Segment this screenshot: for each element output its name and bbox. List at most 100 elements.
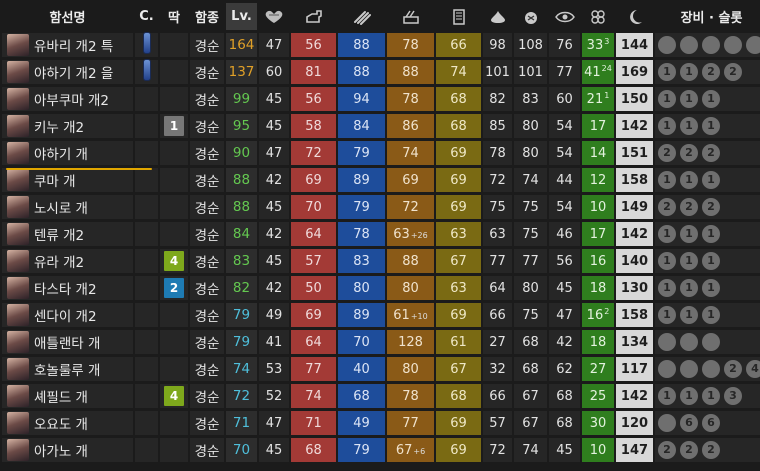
ship-name-cell[interactable]: 셰필드 개	[2, 384, 133, 408]
ship-name-cell[interactable]: 센다이 개2	[2, 303, 133, 327]
line-of-sight-icon[interactable]	[549, 3, 580, 30]
lock-cell[interactable]: 1	[160, 114, 188, 138]
equipment-slot[interactable]	[680, 36, 698, 54]
ship-row[interactable]: 야하기 개2 을 경순 137 60 81 88 88 74 101 101 77 4124 169 1 1…	[2, 60, 760, 84]
equipment-slot[interactable]: 6	[680, 414, 698, 432]
equipment-slot[interactable]: 1	[680, 63, 698, 81]
equipment-slot[interactable]: 1	[658, 117, 676, 135]
ship-row[interactable]: 텐류 개2 경순 84 42 64 78 63+26 63 63 75 46 17 142 1 1 1	[2, 222, 760, 246]
lock-cell[interactable]	[160, 60, 188, 84]
ship-name-cell[interactable]: 애틀랜타 개	[2, 330, 133, 354]
lock-cell[interactable]	[160, 411, 188, 435]
ship-name-cell[interactable]: 호놀룰루 개	[2, 357, 133, 381]
torpedo-icon[interactable]	[338, 3, 385, 30]
ship-name-cell[interactable]: 텐류 개2	[2, 222, 133, 246]
col-type-header[interactable]: 함종	[190, 3, 224, 30]
max-hp-moon-icon[interactable]	[616, 3, 653, 30]
equipment-slot[interactable]: 2	[680, 144, 698, 162]
equipment-slot[interactable]: 1	[658, 63, 676, 81]
equipment-slot[interactable]	[658, 333, 676, 351]
equipment-slot[interactable]: 1	[658, 171, 676, 189]
equipment-slot[interactable]: 1	[658, 387, 676, 405]
equipment-slot[interactable]: 6	[702, 414, 720, 432]
equipment-slot[interactable]: 1	[680, 306, 698, 324]
lock-cell[interactable]	[160, 222, 188, 246]
ship-name-cell[interactable]: 키누 개2	[2, 114, 133, 138]
ship-row[interactable]: 센다이 개2 경순 79 49 69 89 61+10 69 66 75 47 162 158 1 1 1	[2, 303, 760, 327]
lock-cell[interactable]	[160, 141, 188, 165]
equipment-slot[interactable]: 2	[658, 198, 676, 216]
col-lock-header[interactable]: 딱	[160, 3, 188, 30]
lock-cell[interactable]: 4	[160, 249, 188, 273]
heart-durability-icon[interactable]	[259, 3, 289, 30]
ship-row[interactable]: 아부쿠마 개2 경순 99 45 56 94 78 68 82 83 60 211 150 1 1 1	[2, 87, 760, 111]
equipment-slot[interactable]: 1	[702, 279, 720, 297]
ship-row[interactable]: 쿠마 개 경순 88 42 69 89 69 69 72 74 44 12 158 1 1 1	[2, 168, 760, 192]
equipment-slot[interactable]: 1	[702, 252, 720, 270]
ship-name-cell[interactable]: 타스타 개2	[2, 276, 133, 300]
equipment-slot[interactable]: 2	[680, 198, 698, 216]
evasion-icon[interactable]	[483, 3, 512, 30]
lock-cell[interactable]: 4	[160, 384, 188, 408]
equipment-slot[interactable]	[702, 36, 720, 54]
equipment-slot[interactable]	[658, 414, 676, 432]
ship-row[interactable]: 호놀룰루 개 경순 74 53 77 40 80 67 32 68 62 27 117 2 4	[2, 357, 760, 381]
lock-cell[interactable]	[160, 87, 188, 111]
equipment-slot[interactable]: 1	[680, 90, 698, 108]
equipment-slot[interactable]: 3	[724, 387, 742, 405]
ship-name-cell[interactable]: 노시로 개	[2, 195, 133, 219]
ship-row[interactable]: 셰필드 개 4 경순 72 52 74 68 78 68 66 67 68 25 142 1 1 1 3	[2, 384, 760, 408]
col-lv-header[interactable]: Lv.	[226, 3, 257, 30]
equipment-slot[interactable]: 4	[746, 360, 760, 378]
equipment-slot[interactable]: 1	[702, 387, 720, 405]
equipment-slot[interactable]: 1	[680, 117, 698, 135]
anti-air-icon[interactable]	[387, 3, 434, 30]
equipment-slot[interactable]: 1	[702, 306, 720, 324]
lock-cell[interactable]	[160, 33, 188, 57]
equipment-slot[interactable]	[702, 333, 720, 351]
luck-clover-icon[interactable]	[582, 3, 614, 30]
equipment-slot[interactable]: 1	[702, 90, 720, 108]
equipment-slot[interactable]: 1	[680, 279, 698, 297]
equipment-slot[interactable]	[680, 333, 698, 351]
equipment-slot[interactable]	[658, 360, 676, 378]
ship-row[interactable]: 유라 개2 4 경순 83 45 57 83 88 67 77 77 56 16 140 1 1 1	[2, 249, 760, 273]
equipment-slot[interactable]: 1	[702, 117, 720, 135]
equipment-slot[interactable]: 1	[658, 90, 676, 108]
firepower-turret-icon[interactable]	[291, 3, 336, 30]
lock-cell[interactable]	[160, 195, 188, 219]
equipment-slot[interactable]: 2	[658, 441, 676, 459]
ship-row[interactable]: 아가노 개 경순 70 45 68 79 67+6 69 72 74 45 10 147 2 2 2	[2, 438, 760, 462]
equipment-slot[interactable]: 1	[658, 279, 676, 297]
equipment-slot[interactable]: 1	[658, 306, 676, 324]
armor-icon[interactable]	[436, 3, 481, 30]
col-c-header[interactable]: C.	[135, 3, 158, 30]
lock-cell[interactable]	[160, 330, 188, 354]
equipment-slot[interactable]: 2	[680, 441, 698, 459]
ship-name-cell[interactable]: 아부쿠마 개2	[2, 87, 133, 111]
lock-cell[interactable]	[160, 303, 188, 327]
equipment-slot[interactable]: 2	[702, 144, 720, 162]
ship-row[interactable]: 노시로 개 경순 88 45 70 79 72 69 75 75 54 10 149 2 2 2	[2, 195, 760, 219]
ship-row[interactable]: 키누 개2 1 경순 95 45 58 84 86 68 85 80 54 17 142 1 1 1	[2, 114, 760, 138]
equipment-slot[interactable]: 2	[702, 441, 720, 459]
equipment-slot[interactable]: 1	[702, 225, 720, 243]
equipment-slot[interactable]	[680, 360, 698, 378]
ship-name-cell[interactable]: 유라 개2	[2, 249, 133, 273]
ship-row[interactable]: 야하기 개 경순 90 47 72 79 74 69 78 80 54 14 151 2 2 2	[2, 141, 760, 165]
ship-name-cell[interactable]: 유바리 개2 특	[2, 33, 133, 57]
ship-name-cell[interactable]: 아가노 개	[2, 438, 133, 462]
ship-row[interactable]: 유바리 개2 특 경순 164 47 56 88 78 66 98 108 76 333 144	[2, 33, 760, 57]
ship-name-cell[interactable]: 쿠마 개	[2, 168, 133, 192]
col-equipment-header[interactable]: 장비 · 슬롯	[655, 3, 760, 30]
lock-cell[interactable]	[160, 168, 188, 192]
lock-cell[interactable]	[160, 357, 188, 381]
ship-row[interactable]: 애틀랜타 개 경순 79 41 64 70 128 61 27 68 42 18 134	[2, 330, 760, 354]
anti-sub-icon[interactable]	[514, 3, 547, 30]
equipment-slot[interactable]	[724, 36, 742, 54]
lock-cell[interactable]: 2	[160, 276, 188, 300]
equipment-slot[interactable]: 1	[658, 252, 676, 270]
ship-name-cell[interactable]: 야하기 개	[2, 141, 133, 165]
col-name-header[interactable]: 함선명	[2, 3, 133, 30]
equipment-slot[interactable]	[658, 36, 676, 54]
